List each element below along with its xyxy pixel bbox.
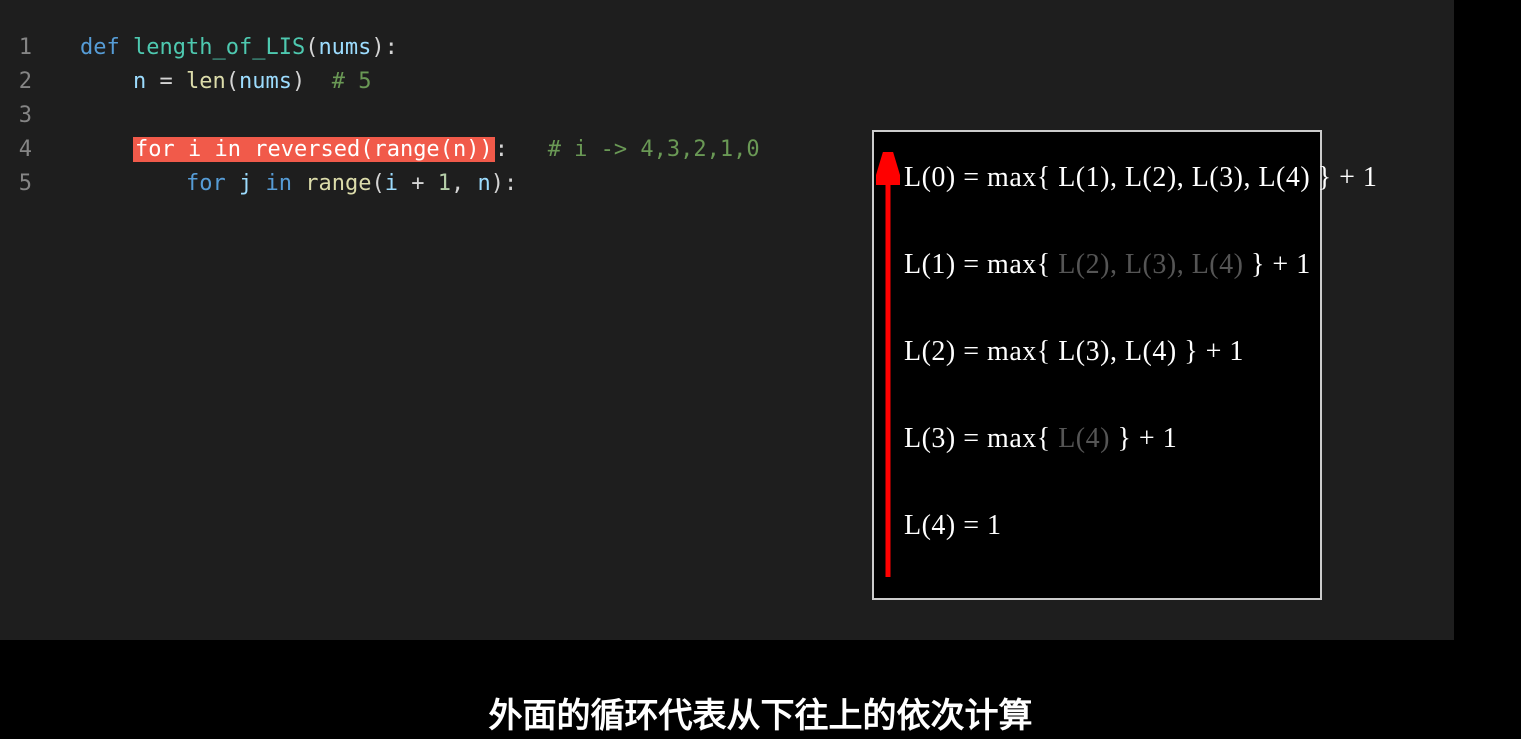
highlighted-for-loop: for i in reversed(range(n)) (133, 137, 495, 162)
indent (80, 69, 133, 94)
var-i: i (188, 137, 201, 162)
fn-range: range (305, 171, 371, 196)
paren-close: )) (466, 137, 493, 162)
var-n: n (133, 69, 146, 94)
arg-nums: nums (239, 69, 292, 94)
fn-len: len (186, 69, 226, 94)
formula-L3: L(3) = max{ L(4) } + 1 (904, 423, 1302, 455)
keyword-in: in (265, 171, 292, 196)
code-content: def length_of_LIS(nums): (40, 35, 398, 60)
code-content: for j in range(i + 1, n): (40, 171, 517, 196)
paren-open: ( (440, 137, 453, 162)
keyword-in: in (214, 137, 241, 162)
right-black-strip (1454, 0, 1521, 640)
paren-open: ( (226, 69, 239, 94)
line-number: 2 (0, 69, 40, 94)
paren-close: ) (292, 69, 332, 94)
paren-open: ( (360, 137, 373, 162)
paren-close: ): (371, 35, 398, 60)
formula-L4: L(4) = 1 (904, 510, 1302, 542)
keyword-for: for (135, 137, 175, 162)
comment: # 5 (332, 69, 372, 94)
indent (80, 171, 186, 196)
fn-range: range (373, 137, 439, 162)
line-number: 3 (0, 103, 40, 128)
paren-close: ): (491, 171, 518, 196)
indent (80, 137, 133, 162)
line-number: 4 (0, 137, 40, 162)
code-line-1: 1 def length_of_LIS(nums): (0, 30, 1454, 64)
formula-L2: L(2) = max{ L(3), L(4) } + 1 (904, 336, 1302, 368)
function-name: length_of_LIS (133, 35, 305, 60)
paren-open: ( (371, 171, 384, 196)
keyword-def: def (80, 35, 120, 60)
code-content: n = len(nums) # 5 (40, 69, 371, 94)
fn-reversed: reversed (254, 137, 360, 162)
keyword-for: for (186, 171, 226, 196)
comma: , (451, 171, 478, 196)
formula-panel: L(0) = max{ L(1), L(2), L(3), L(4) } + 1… (872, 130, 1322, 600)
comment: # i -> 4,3,2,1,0 (548, 137, 760, 162)
subtitle-caption: 外面的循环代表从下往上的依次计算 (0, 688, 1521, 739)
up-arrow-icon (876, 152, 900, 582)
colon: : (495, 137, 508, 162)
dim-terms: L(2), L(3), L(4) (1058, 249, 1243, 280)
code-line-3: 3 (0, 98, 1454, 132)
line-number: 5 (0, 171, 40, 196)
arg-n: n (453, 137, 466, 162)
paren-open: ( (305, 35, 318, 60)
formula-L0: L(0) = max{ L(1), L(2), L(3), L(4) } + 1 (904, 162, 1302, 194)
formula-L1: L(1) = max{ L(2), L(3), L(4) } + 1 (904, 249, 1302, 281)
pad (508, 137, 548, 162)
line-number: 1 (0, 35, 40, 60)
number-1: 1 (438, 171, 451, 196)
plus: + (398, 171, 438, 196)
var-j: j (239, 171, 252, 196)
param-nums: nums (318, 35, 371, 60)
var-n: n (477, 171, 490, 196)
var-i: i (385, 171, 398, 196)
equals: = (146, 69, 186, 94)
code-line-2: 2 n = len(nums) # 5 (0, 64, 1454, 98)
code-content: for i in reversed(range(n)): # i -> 4,3,… (40, 137, 760, 162)
dim-terms: L(4) (1058, 423, 1110, 454)
